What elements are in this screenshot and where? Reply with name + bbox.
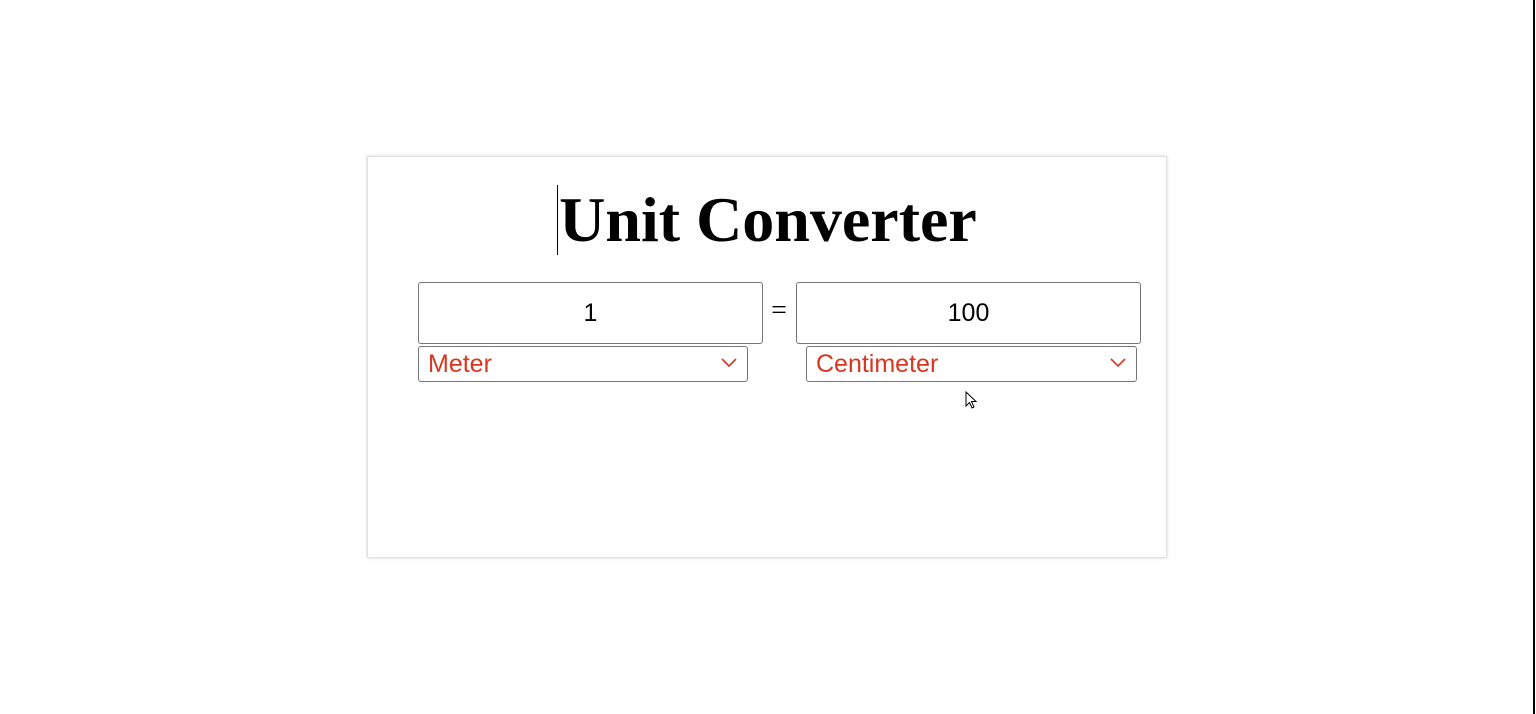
text-caret	[557, 185, 558, 255]
from-unit-label: Meter	[428, 350, 492, 378]
chevron-down-icon	[721, 358, 737, 368]
from-unit-select[interactable]: Meter	[418, 346, 748, 382]
window-edge	[1533, 0, 1535, 714]
to-unit-select[interactable]: Centimeter	[806, 346, 1137, 382]
equals-sign: =	[771, 295, 787, 326]
to-unit-label: Centimeter	[816, 350, 939, 378]
mouse-cursor-icon	[965, 391, 977, 409]
page-title: Unit Converter	[559, 184, 977, 255]
chevron-down-icon	[1110, 358, 1126, 368]
from-value-input[interactable]	[418, 282, 763, 344]
page: Unit Converter = Meter Centimeter	[0, 0, 1536, 714]
to-value-input[interactable]	[796, 282, 1141, 344]
